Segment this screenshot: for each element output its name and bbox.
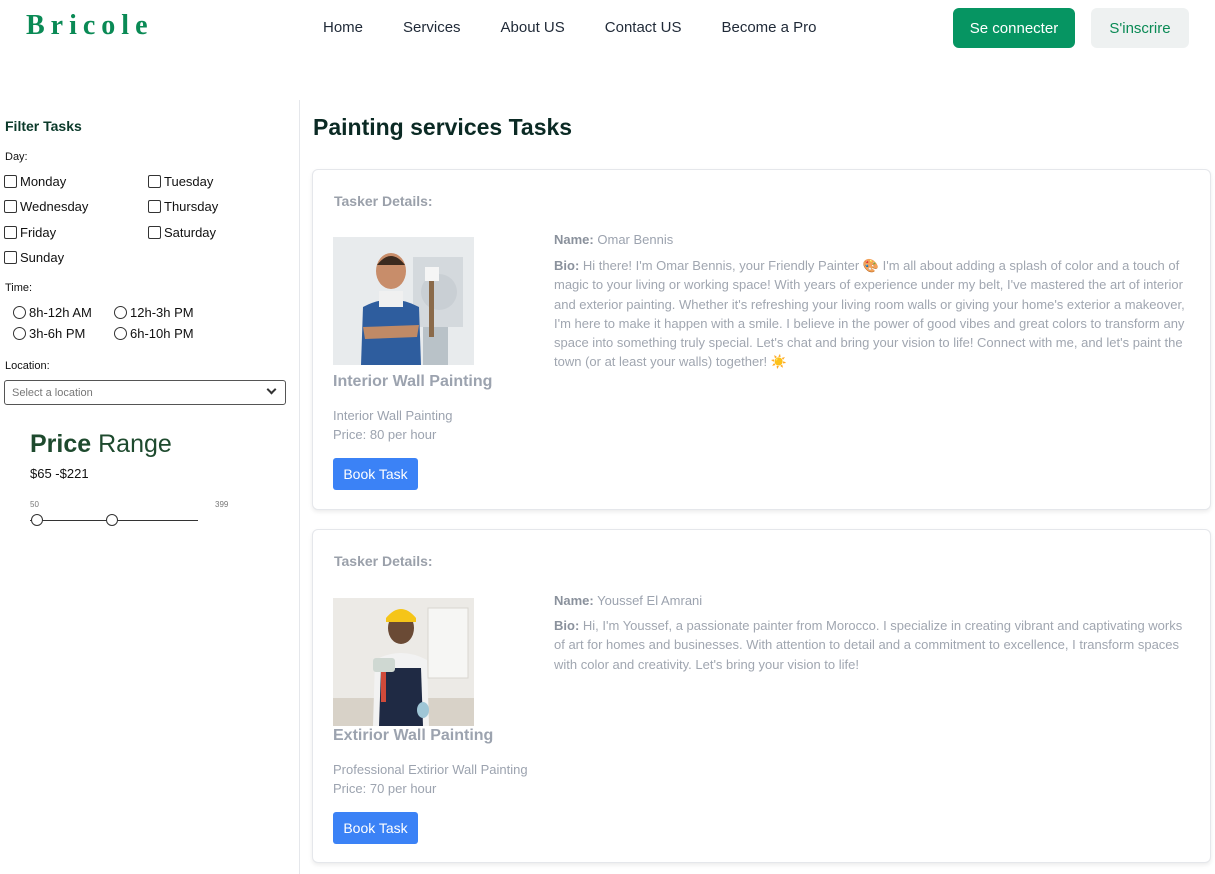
checkbox-box[interactable]	[148, 200, 161, 213]
checkbox-box[interactable]	[4, 226, 17, 239]
day-checkbox-friday[interactable]: Friday	[4, 225, 56, 240]
book-task-button[interactable]: Book Task	[333, 458, 418, 490]
tasker-details-label: Tasker Details:	[334, 553, 433, 569]
tasker-card: Tasker Details: Extirior Wall Painting P…	[312, 529, 1211, 863]
time-option-label: 6h-10h PM	[130, 326, 194, 341]
radio-circle[interactable]	[114, 327, 127, 340]
tasker-bio: Bio: Hi there! I'm Omar Bennis, your Fri…	[554, 256, 1194, 372]
time-option-label: 3h-6h PM	[29, 326, 86, 341]
time-radio-morning[interactable]: 8h-12h AM	[13, 305, 92, 320]
main-nav: Home Services About US Contact US Become…	[323, 19, 857, 36]
day-option-label: Saturday	[164, 225, 217, 240]
price-slider-min-thumb[interactable]	[31, 514, 44, 526]
name-key: Name:	[554, 232, 594, 247]
day-checkbox-saturday[interactable]: Saturday	[148, 225, 216, 240]
bio-key: Bio:	[554, 618, 580, 633]
tasker-bio: Bio: Hi, I'm Youssef, a passionate paint…	[554, 616, 1194, 674]
bio-key: Bio:	[554, 258, 580, 273]
nav-contact[interactable]: Contact US	[605, 19, 682, 36]
name-value: Omar Bennis	[597, 232, 674, 247]
signup-button[interactable]: S'inscrire	[1091, 8, 1189, 48]
nav-about[interactable]: About US	[501, 19, 565, 36]
page-title: Painting services Tasks	[313, 114, 573, 140]
painter-photo-image	[333, 237, 474, 365]
bio-text: Hi there! I'm Omar Bennis, your Friendly…	[554, 258, 1185, 370]
tasker-card: Tasker Details: Interior Wall Painting I…	[312, 169, 1211, 510]
day-option-label: Thursday	[164, 199, 219, 214]
name-key: Name:	[554, 593, 594, 608]
price-slider-max-thumb[interactable]	[106, 514, 119, 526]
price-title-rest: Range	[91, 430, 172, 458]
day-option-label: Tuesday	[164, 174, 214, 189]
nav-services[interactable]: Services	[403, 19, 461, 36]
checkbox-box[interactable]	[4, 175, 17, 188]
bio-text: Hi, I'm Youssef, a passionate painter fr…	[554, 618, 1183, 672]
slider-max-label: 399	[215, 500, 229, 509]
brand-logo[interactable]: Bricole	[26, 10, 154, 42]
price-range-value: $65 -$221	[30, 466, 89, 481]
day-checkbox-sunday[interactable]: Sunday	[4, 250, 64, 265]
checkbox-box[interactable]	[4, 251, 17, 264]
chevron-down-icon	[266, 384, 277, 395]
day-option-label: Sunday	[20, 250, 65, 265]
service-price: Price: 80 per hour	[333, 427, 437, 442]
time-option-label: 12h-3h PM	[130, 305, 194, 320]
time-label: Time:	[5, 282, 33, 294]
location-select-placeholder: Select a location	[12, 387, 93, 399]
top-navbar: Bricole Home Services About US Contact U…	[0, 0, 1215, 56]
service-description: Professional Extirior Wall Painting	[333, 762, 528, 777]
name-value: Youssef El Amrani	[597, 593, 703, 608]
checkbox-box[interactable]	[148, 175, 161, 188]
nav-home[interactable]: Home	[323, 19, 363, 36]
price-range-title: Price Range	[30, 430, 172, 459]
day-checkbox-thursday[interactable]: Thursday	[148, 199, 218, 214]
day-checkbox-tuesday[interactable]: Tuesday	[148, 174, 213, 189]
service-title: Interior Wall Painting	[333, 373, 493, 390]
time-radio-evening[interactable]: 6h-10h PM	[114, 326, 194, 341]
time-radio-afternoon[interactable]: 12h-3h PM	[114, 305, 194, 320]
service-description: Interior Wall Painting	[333, 408, 453, 423]
tasker-photo	[333, 237, 474, 365]
tasker-details-label: Tasker Details:	[334, 193, 433, 209]
radio-circle[interactable]	[13, 306, 26, 319]
filter-title: Filter Tasks	[5, 118, 82, 134]
tasker-name: Name: Youssef El Amrani	[554, 593, 702, 608]
login-button[interactable]: Se connecter	[953, 8, 1075, 48]
tasker-name: Name: Omar Bennis	[554, 232, 673, 247]
time-option-label: 8h-12h AM	[29, 305, 92, 320]
time-radio-late-afternoon[interactable]: 3h-6h PM	[13, 326, 85, 341]
slider-min-label: 50	[30, 500, 39, 509]
checkbox-box[interactable]	[4, 200, 17, 213]
tasker-photo	[333, 598, 474, 726]
day-option-label: Monday	[20, 174, 67, 189]
filter-sidebar: Filter Tasks Day: Monday Tuesday Wednesd…	[0, 100, 300, 874]
painter-photo-image	[333, 598, 474, 726]
day-option-label: Wednesday	[20, 199, 89, 214]
nav-become-pro[interactable]: Become a Pro	[721, 19, 816, 36]
radio-circle[interactable]	[114, 306, 127, 319]
day-checkbox-monday[interactable]: Monday	[4, 174, 66, 189]
location-select[interactable]: Select a location	[4, 380, 286, 405]
book-task-button[interactable]: Book Task	[333, 812, 418, 844]
service-price: Price: 70 per hour	[333, 781, 437, 796]
radio-circle[interactable]	[13, 327, 26, 340]
location-label: Location:	[5, 360, 50, 372]
checkbox-box[interactable]	[148, 226, 161, 239]
day-option-label: Friday	[20, 225, 57, 240]
day-checkbox-wednesday[interactable]: Wednesday	[4, 199, 88, 214]
day-label: Day:	[5, 151, 28, 163]
price-title-bold: Price	[30, 430, 92, 458]
service-title: Extirior Wall Painting	[333, 727, 494, 744]
